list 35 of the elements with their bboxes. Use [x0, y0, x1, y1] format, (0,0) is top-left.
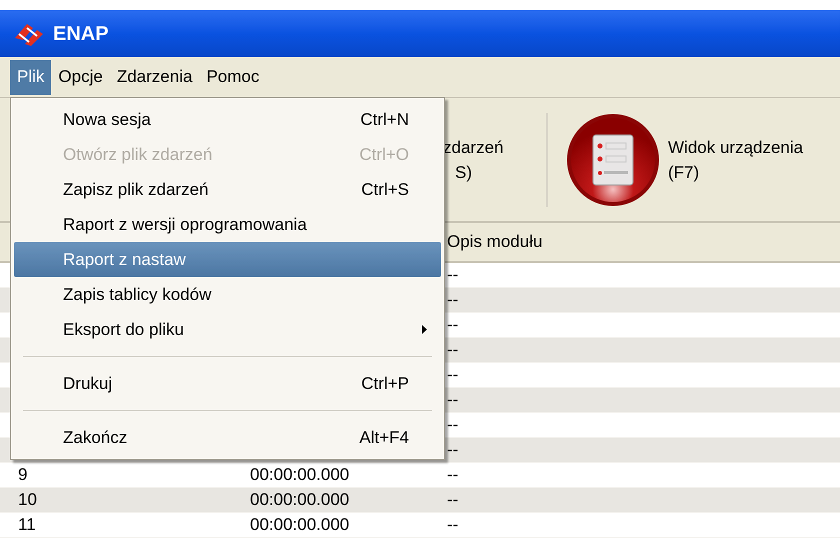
table-cell-text: -- [447, 339, 458, 362]
toolbar-button[interactable]: zdarzeń S) [442, 134, 542, 184]
table-cell-text: -- [447, 364, 458, 386]
table-cell-text: 9 [17, 464, 28, 486]
table-cell-text: -- [447, 414, 458, 436]
window-title: ENAP [53, 22, 109, 46]
column-header[interactable]: Opis modułu [447, 229, 542, 255]
table-cell-text: -- [447, 439, 458, 462]
table-cell-text: -- [447, 314, 458, 336]
table-cell-text: 10 [17, 489, 38, 512]
table-cell-text: 00:00:00.000 [250, 489, 350, 512]
menu-item[interactable]: Raport z wersji oprogramowania [14, 207, 441, 242]
device-view-button[interactable]: Widok urządzenia (F7) [566, 112, 804, 206]
table-cell-text: 00:00:00.000 [250, 514, 350, 536]
table-cell-text: -- [447, 289, 458, 312]
menu-item[interactable]: Zakończ Alt+F4 [14, 420, 441, 455]
submenu-arrow-icon [422, 325, 427, 334]
menu-bar-item[interactable]: Opcje [51, 60, 110, 94]
menu-bar-item[interactable]: Pomoc [199, 60, 266, 94]
table-cell-text: -- [447, 514, 458, 536]
menu-bar-item[interactable]: Zdarzenia [110, 60, 200, 94]
table-cell-text: -- [447, 389, 458, 412]
table-cell-text: 11 [17, 514, 37, 536]
menu-item[interactable]: Eksport do pliku [14, 312, 441, 347]
table-cell-text: -- [447, 264, 458, 286]
menu-item[interactable]: Raport z nastaw [14, 242, 441, 277]
menu-item[interactable]: Zapis tablicy kodów [14, 277, 441, 312]
menu-item[interactable]: Zapisz plik zdarzeń Ctrl+S [14, 172, 441, 207]
table-cell-text: -- [447, 464, 458, 486]
menu-item[interactable]: Nowa sesja Ctrl+N [14, 102, 441, 137]
table-cell-text: 00:00:00.000 [250, 464, 350, 486]
table-cell-text: -- [447, 489, 458, 512]
menu-bar-item[interactable]: Plik [10, 60, 52, 94]
device-icon [566, 112, 660, 206]
menu-item[interactable]: Drukuj Ctrl+P [14, 366, 441, 401]
